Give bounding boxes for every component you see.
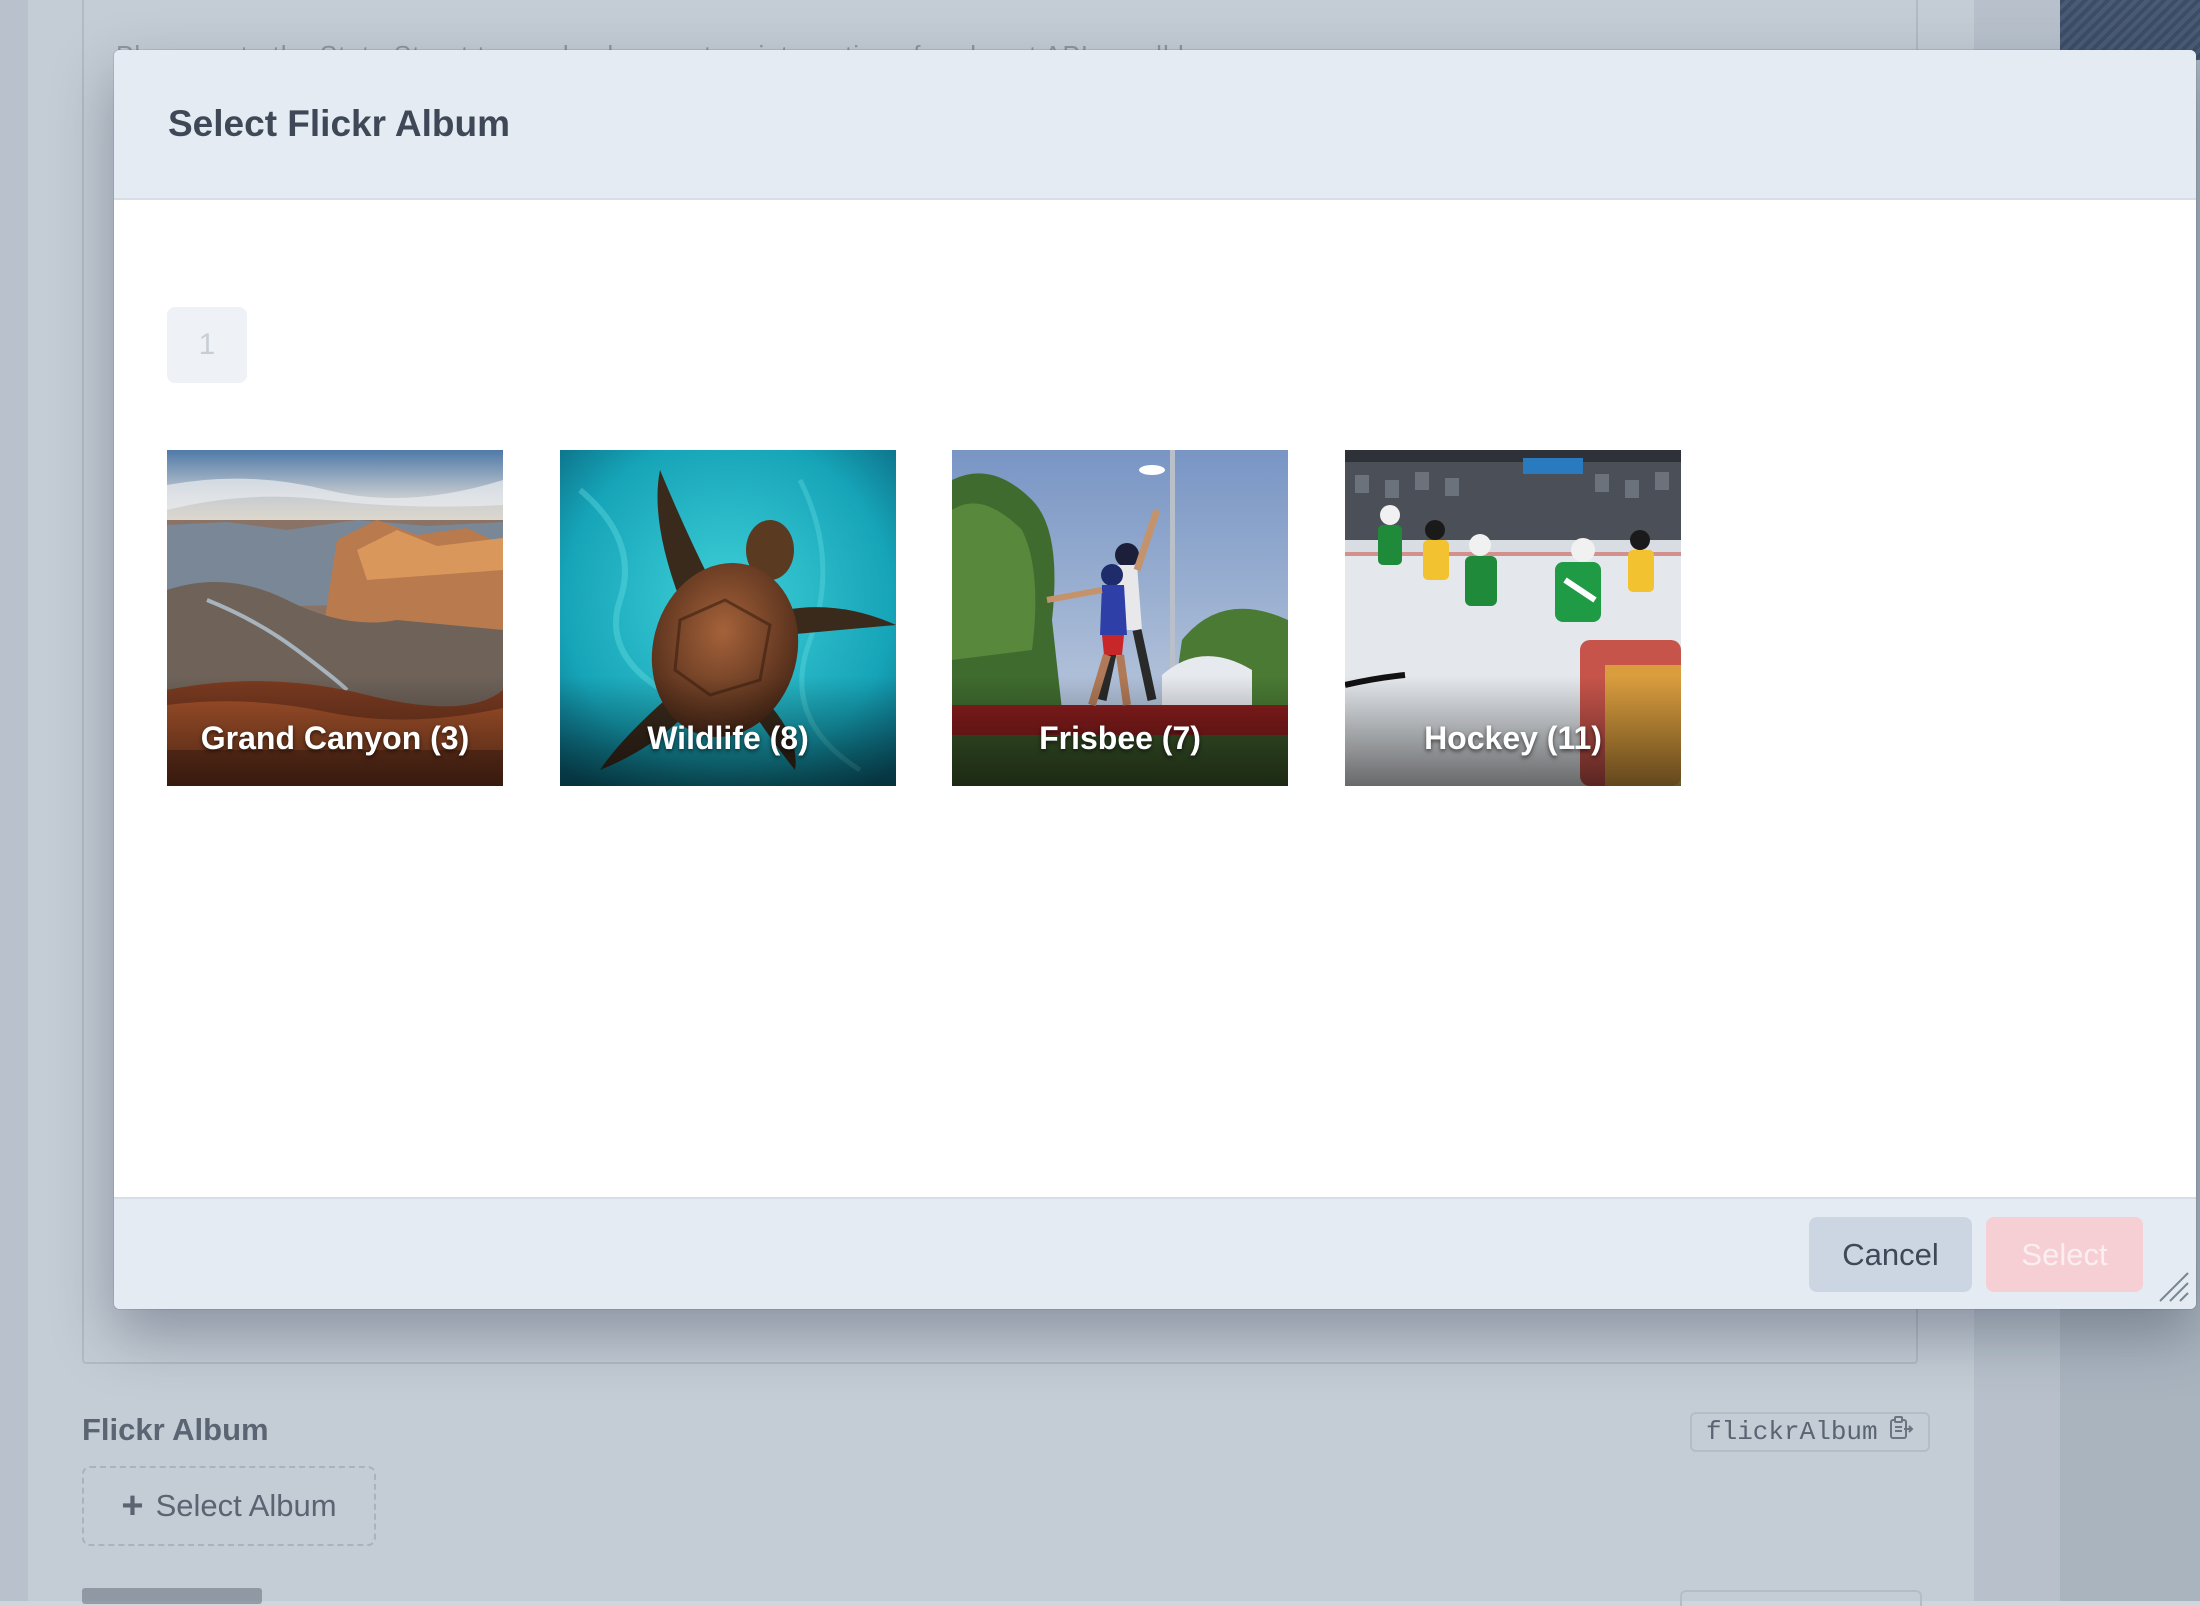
pagination-page-button[interactable]: 1 — [167, 307, 247, 383]
modal-header: Select Flickr Album — [114, 50, 2196, 200]
select-album-button[interactable]: + Select Album — [82, 1466, 376, 1546]
plus-icon: + — [121, 1485, 144, 1527]
album-label: Grand Canyon (3) — [200, 720, 470, 756]
album-tile-frisbee[interactable]: Frisbee (7) — [952, 450, 1288, 786]
modal-footer: Cancel Select — [114, 1197, 2196, 1309]
select-album-label: Select Album — [155, 1488, 337, 1523]
select-album-modal: Select Flickr Album 1 Grand Canyon (3) W… — [114, 50, 2196, 1309]
field-handle-text: flickrAlbum — [1706, 1417, 1878, 1447]
album-label: Wildlife (8) — [647, 720, 809, 756]
album-tile-hockey[interactable]: Hockey (11) — [1345, 450, 1681, 786]
copy-icon[interactable] — [1888, 1415, 1914, 1449]
album-label: Frisbee (7) — [1039, 720, 1201, 756]
next-field-label — [82, 1588, 262, 1604]
modal-body: 1 Grand Canyon (3) Wildlife (8) Frisbee … — [114, 200, 2196, 1197]
modal-title: Select Flickr Album — [168, 103, 511, 144]
select-button[interactable]: Select — [1986, 1217, 2143, 1292]
resize-handle-icon[interactable] — [2156, 1269, 2190, 1303]
field-handle-badge[interactable]: flickrAlbum — [1690, 1412, 1930, 1452]
album-tile-wildlife[interactable]: Wildlife (8) — [560, 450, 896, 786]
left-sidebar-edge — [0, 0, 28, 1601]
cancel-button[interactable]: Cancel — [1809, 1217, 1972, 1292]
album-tile-grand-canyon[interactable]: Grand Canyon (3) — [167, 450, 503, 786]
next-field-handle — [1680, 1590, 1922, 1606]
flickr-album-field-label: Flickr Album — [82, 1412, 269, 1447]
album-label: Hockey (11) — [1424, 720, 1602, 756]
